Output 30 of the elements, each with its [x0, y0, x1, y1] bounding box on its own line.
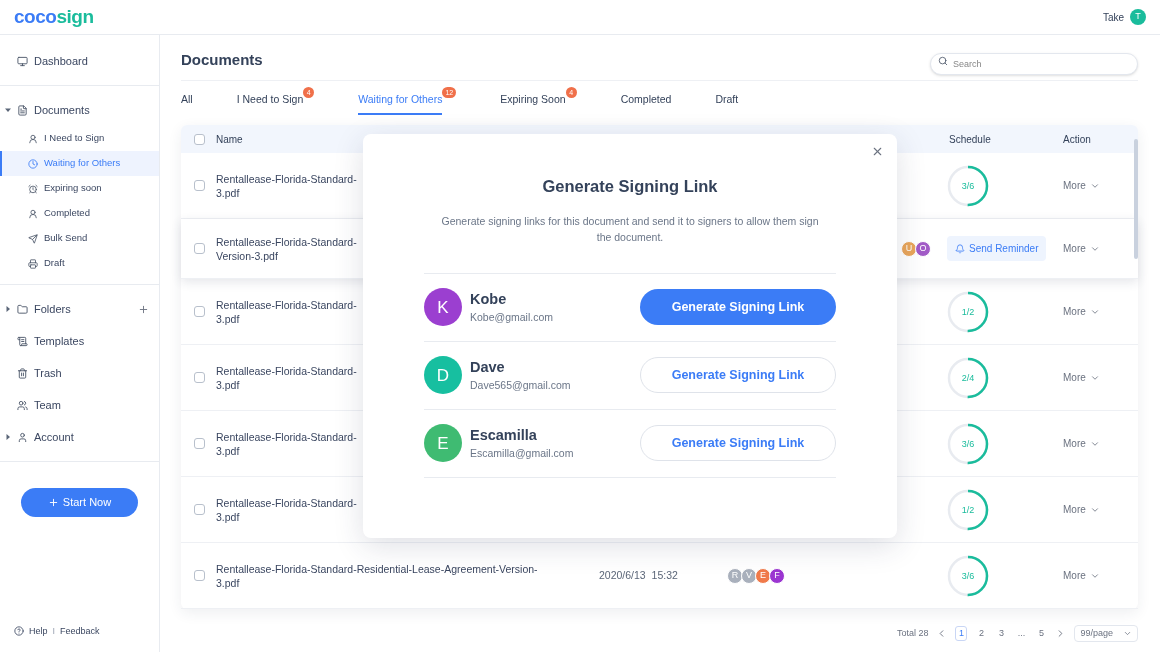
signer-email: Kobe@gmail.com [470, 310, 554, 326]
signer-avatar: D [424, 356, 462, 395]
signer-name: Kobe [470, 289, 508, 309]
completion-date: 2020/6/13 15:32 [599, 567, 679, 583]
page-title: Documents [181, 50, 263, 71]
signer-avatar: K [424, 288, 462, 327]
signer-name: Escamilla [470, 425, 538, 445]
column-header: Name [216, 132, 244, 147]
recipient-avatar: R [727, 567, 743, 584]
separator: I [52, 624, 56, 638]
dialog-title: Generate Signing Link [542, 176, 718, 197]
progress-reading: 3/6 [961, 438, 975, 449]
recipient-avatar: U [901, 240, 917, 257]
dialog-description: Generate signing links for this document and send it to signers to allow them sign the document. [440, 213, 820, 245]
recipient-avatar: O [915, 240, 931, 257]
total-count: Total 28 [896, 626, 929, 640]
recipient-avatar: E [755, 567, 771, 584]
signer-name: Dave [470, 357, 506, 377]
progress-reading: 1/2 [961, 504, 975, 515]
progress-reading: 2/4 [961, 372, 975, 383]
progress-reading: 3/6 [961, 180, 975, 191]
signer-avatar: E [424, 424, 462, 463]
progress-reading: 3/6 [961, 570, 975, 581]
progress-reading: 1/2 [961, 306, 975, 317]
column-header: Action [1063, 132, 1092, 147]
signer-email: Dave565@gmail.com [470, 378, 571, 394]
recipient-avatar: V [741, 567, 757, 584]
recipient-avatar: F [769, 567, 785, 584]
column-header: Schedule [948, 132, 992, 147]
signer-email: Escamilla@gmail.com [470, 446, 574, 462]
